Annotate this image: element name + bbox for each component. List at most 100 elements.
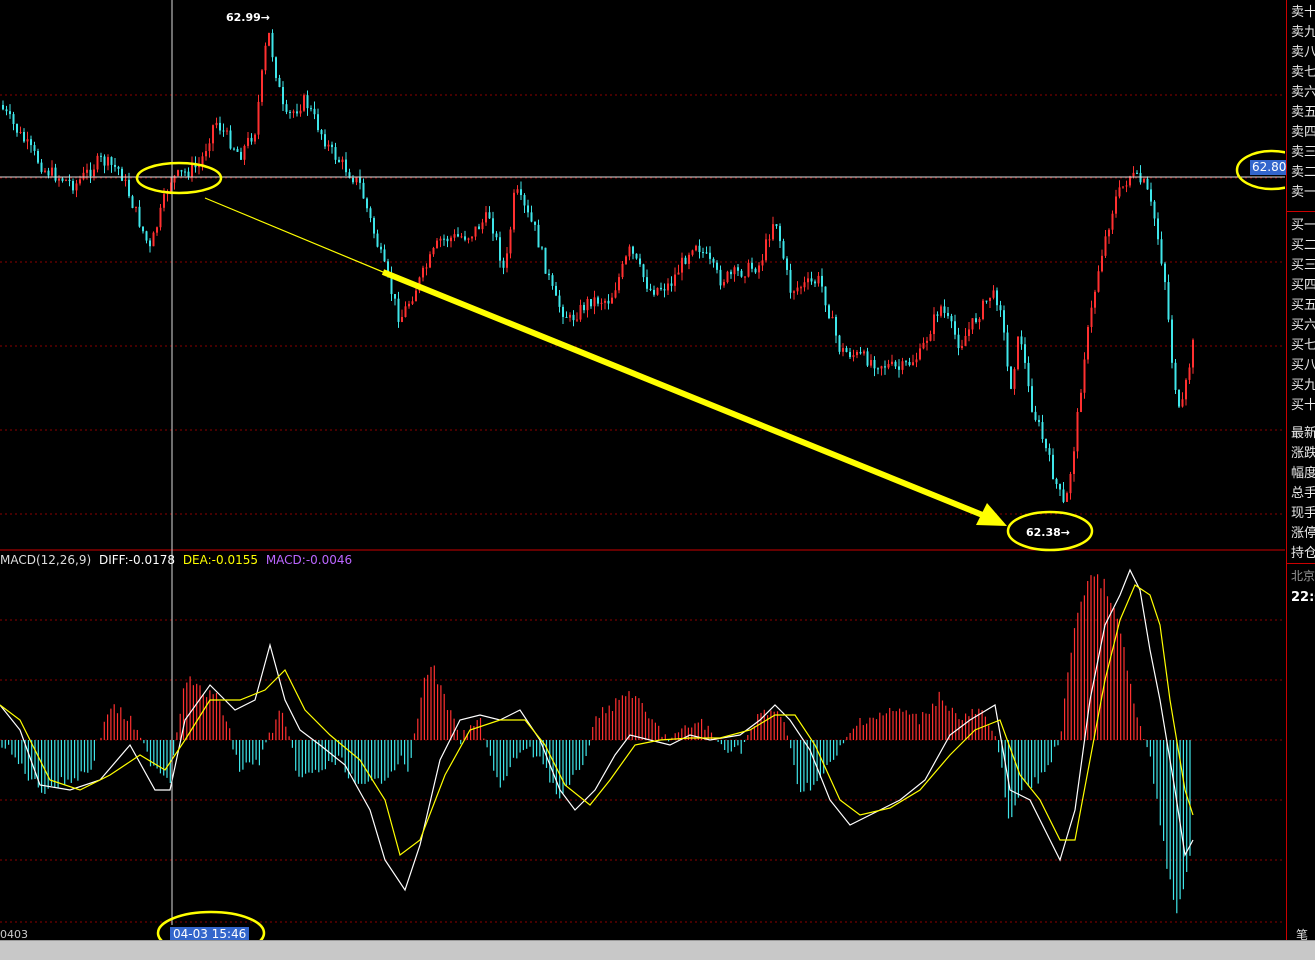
candle-body bbox=[240, 151, 242, 160]
candle-body bbox=[408, 303, 410, 307]
candle-body bbox=[961, 345, 963, 349]
candle-body bbox=[730, 271, 732, 275]
candle-body bbox=[450, 237, 452, 242]
horizontal-scrollbar[interactable] bbox=[0, 940, 1315, 960]
candle-body bbox=[1178, 389, 1180, 407]
candle-body bbox=[831, 316, 834, 319]
candle-body bbox=[390, 274, 393, 295]
candle-body bbox=[856, 351, 858, 356]
candle-body bbox=[737, 267, 739, 271]
candle-body bbox=[765, 239, 767, 261]
quote-row-2: 幅度 bbox=[1291, 466, 1315, 481]
sell-level-1: 卖一 bbox=[1291, 185, 1315, 200]
candle-body bbox=[33, 145, 36, 151]
candle-body bbox=[1024, 344, 1026, 363]
candle-body bbox=[947, 312, 949, 316]
candle-body bbox=[793, 291, 795, 293]
sell-level-8: 卖八 bbox=[1291, 45, 1315, 60]
candle-body bbox=[835, 316, 837, 336]
candle-body bbox=[975, 318, 977, 323]
candle-body bbox=[873, 359, 876, 369]
candle-body bbox=[166, 192, 169, 195]
candle-body bbox=[313, 108, 316, 115]
candle-body bbox=[366, 198, 368, 209]
candle-body bbox=[1101, 255, 1103, 272]
chart-canvas[interactable] bbox=[0, 0, 1285, 940]
candle-body bbox=[1080, 392, 1082, 412]
candle-body bbox=[373, 218, 375, 234]
candle-body bbox=[439, 238, 442, 241]
candle-body bbox=[453, 234, 456, 238]
candle-body bbox=[698, 245, 701, 253]
candle-body bbox=[915, 359, 918, 363]
candle-body bbox=[744, 276, 746, 278]
candle-body bbox=[635, 253, 638, 259]
candle-body bbox=[16, 124, 18, 133]
candle-body bbox=[838, 335, 841, 352]
candle-body bbox=[352, 177, 354, 183]
candle-body bbox=[1125, 185, 1128, 187]
tick-tab[interactable]: 笔 bbox=[1296, 926, 1308, 943]
candle-body bbox=[653, 289, 655, 295]
candle-body bbox=[660, 287, 662, 290]
candle-body bbox=[198, 164, 200, 168]
candle-body bbox=[1167, 282, 1170, 320]
candle-body bbox=[1150, 189, 1152, 202]
candle-body bbox=[1192, 339, 1194, 368]
crosshair-time-tag: 04-03 15:46 bbox=[170, 927, 250, 941]
crosshair bbox=[0, 0, 1285, 925]
candle-body bbox=[866, 351, 869, 366]
candle-body bbox=[502, 260, 505, 268]
candle-body bbox=[1132, 172, 1135, 177]
sell-level-3: 卖三 bbox=[1291, 145, 1315, 160]
candle-body bbox=[562, 306, 564, 317]
candle-body bbox=[331, 144, 333, 148]
candle-body bbox=[912, 362, 914, 366]
candle-body bbox=[226, 130, 228, 132]
candle-body bbox=[782, 241, 785, 259]
candle-body bbox=[1017, 336, 1019, 370]
candle-body bbox=[852, 355, 855, 358]
dea-value: DEA:-0.0155 bbox=[182, 553, 258, 567]
candle-body bbox=[863, 351, 865, 354]
candle-body bbox=[859, 351, 862, 354]
candle-body bbox=[271, 32, 274, 58]
indicator-name: MACD(12,26,9) bbox=[0, 553, 92, 567]
candle-body bbox=[205, 151, 207, 157]
candle-body bbox=[824, 286, 827, 306]
candle-body bbox=[940, 306, 942, 316]
candle-body bbox=[681, 257, 683, 273]
candle-body bbox=[201, 156, 204, 165]
candle-body bbox=[516, 189, 519, 193]
candle-body bbox=[310, 108, 312, 110]
candle-body bbox=[215, 122, 218, 126]
candle-body bbox=[968, 329, 970, 336]
sell-level-4: 卖四 bbox=[1291, 125, 1315, 140]
candle-body bbox=[61, 178, 64, 181]
candle-body bbox=[933, 314, 935, 335]
candle-body bbox=[600, 302, 603, 304]
buy-level-10: 买十 bbox=[1291, 398, 1315, 413]
candle-body bbox=[23, 131, 25, 142]
candle-body bbox=[142, 226, 144, 232]
candle-body bbox=[870, 359, 872, 366]
candle-body bbox=[334, 147, 337, 160]
candle-body bbox=[278, 77, 281, 88]
candle-body bbox=[264, 45, 267, 71]
candle-body bbox=[740, 270, 743, 277]
candle-body bbox=[236, 149, 239, 152]
candle-body bbox=[957, 334, 960, 349]
quote-row-3: 总手 bbox=[1291, 486, 1315, 501]
candle-body bbox=[639, 258, 641, 265]
candle-body bbox=[30, 139, 32, 146]
candle-body bbox=[887, 364, 890, 368]
candle-body bbox=[5, 109, 8, 112]
candle-body bbox=[712, 258, 715, 263]
candle-body bbox=[58, 178, 60, 181]
candle-body bbox=[306, 95, 309, 109]
candle-body bbox=[275, 57, 277, 78]
candle-body bbox=[51, 167, 53, 176]
buy-level-2: 买二 bbox=[1291, 238, 1315, 253]
candle-body bbox=[558, 295, 561, 307]
candle-body bbox=[1087, 327, 1089, 360]
